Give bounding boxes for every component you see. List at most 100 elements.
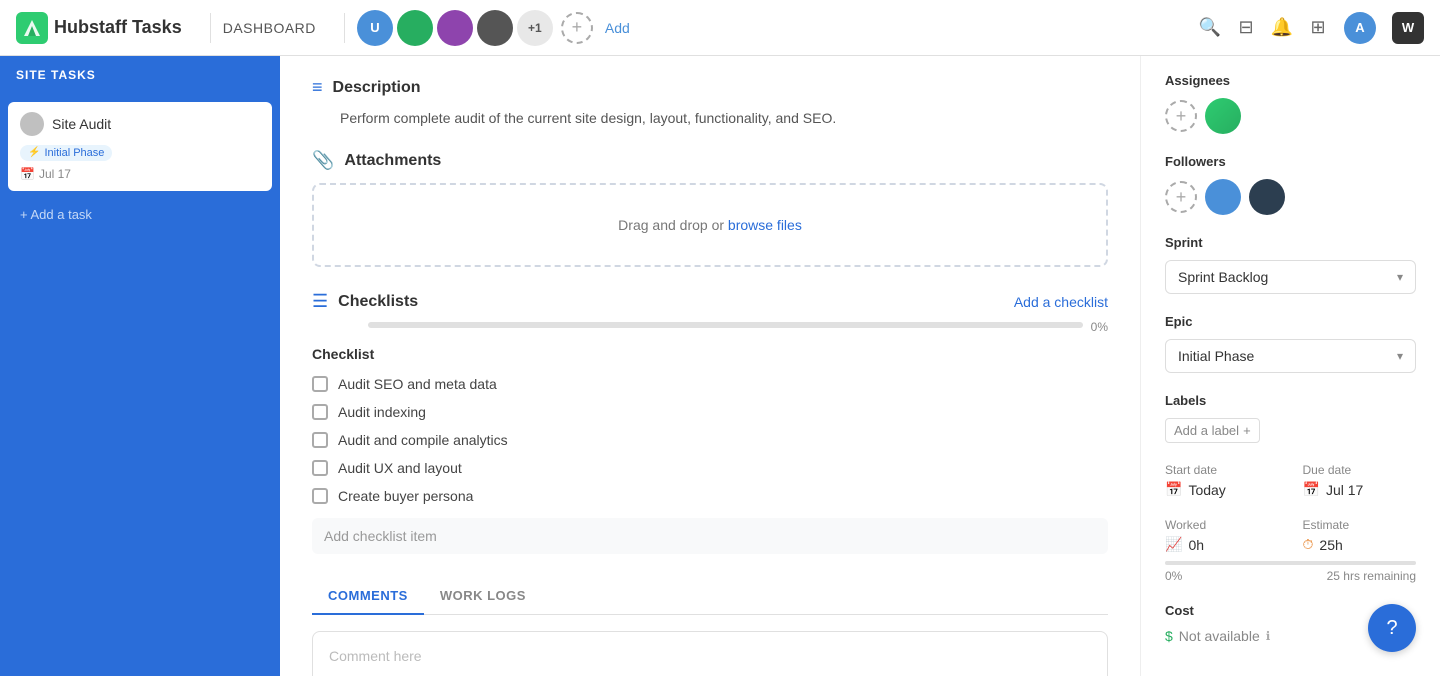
due-date-label: Due date [1303,463,1417,477]
assignee-row: + [1165,98,1416,134]
checklist-item-0: Audit SEO and meta data [312,370,1108,398]
epic-chevron-icon: ▾ [1397,349,1403,363]
add-label-text: Add a label [1174,423,1239,438]
avatar-4[interactable] [477,10,513,46]
dates-row: Start date 📅 Today Due date 📅 Jul 17 [1165,463,1416,498]
we-row: Worked 📈 0h Estimate ⏱ 25h [1165,518,1416,553]
nav-divider-2 [344,13,345,43]
epic-section: Epic Initial Phase ▾ [1165,314,1416,373]
modal-main: ≡ Description Perform complete audit of … [280,53,1140,676]
task-modal: W Website Refresh / Site TASKS ▾ ··· ≡ D… [280,0,1440,676]
sprint-dropdown[interactable]: Sprint Backlog ▾ [1165,260,1416,294]
workspace-button[interactable]: W [1392,12,1424,44]
epic-value: Initial Phase [1178,348,1254,364]
cost-value: Not available [1179,628,1260,644]
description-header: ≡ Description [312,77,1108,98]
follower-avatar-2 [1249,179,1285,215]
tab-comments[interactable]: COMMENTS [312,578,424,615]
checklists-icon: ☰ [312,291,328,312]
browse-files-link[interactable]: browse files [728,217,802,233]
estimate-icon: ⏱ [1303,536,1314,553]
avatar-2[interactable] [397,10,433,46]
checklist-checkbox-3[interactable] [312,460,328,476]
attachment-dropzone[interactable]: Drag and drop or browse files [312,183,1108,267]
epic-label: Epic [1165,314,1416,329]
labels-section: Labels Add a label + [1165,393,1416,443]
add-assignee-button[interactable]: + [1165,100,1197,132]
estimate-text: 25h [1319,537,1342,553]
cost-info-icon[interactable]: ℹ [1266,629,1271,643]
tab-work-logs[interactable]: WORK LOGS [424,578,542,615]
dates-section: Start date 📅 Today Due date 📅 Jul 17 [1165,463,1416,498]
start-date-text: Today [1188,482,1225,498]
attachments-icon: 📎 [312,150,334,171]
help-icon: ? [1386,617,1397,640]
description-text: Perform complete audit of the current si… [340,110,1108,126]
checklist-item-label-4: Create buyer persona [338,488,473,504]
followers-section: Followers + [1165,154,1416,215]
worked-estimate-section: Worked 📈 0h Estimate ⏱ 25h [1165,518,1416,583]
comment-input[interactable]: Comment here [312,631,1108,676]
worked-label: Worked [1165,518,1279,532]
columns-icon[interactable]: ⊟ [1236,18,1256,38]
add-follower-button[interactable]: + [1165,181,1197,213]
avatar-1[interactable]: U [357,10,393,46]
assignees-label: Assignees [1165,73,1416,88]
add-text[interactable]: Add [605,20,630,36]
hours-progress: 0% 25 hrs remaining [1165,561,1416,583]
add-member-button[interactable]: + [561,12,593,44]
due-date-group: Due date 📅 Jul 17 [1303,463,1417,498]
add-checklist-item-button[interactable]: Add checklist item [312,518,1108,554]
cost-icon: $ [1165,628,1173,644]
start-date-group: Start date 📅 Today [1165,463,1279,498]
checklist-title: Checklist [312,346,1108,362]
search-icon[interactable]: 🔍 [1200,18,1220,38]
avatar-3[interactable] [437,10,473,46]
assignee-avatar-1 [1205,98,1241,134]
description-title: Description [333,79,421,97]
start-date-value: 📅 Today [1165,481,1279,498]
checklist-checkbox-2[interactable] [312,432,328,448]
worked-icon: 📈 [1165,536,1182,553]
follower-avatar-1 [1205,179,1241,215]
logo-text: Hubstaff Tasks [54,17,182,38]
checklist-progress-bar-bg [368,322,1083,328]
checklist-checkbox-4[interactable] [312,488,328,504]
worked-value: 📈 0h [1165,536,1279,553]
estimate-label: Estimate [1303,518,1417,532]
checklist-checkbox-0[interactable] [312,376,328,392]
add-label-button[interactable]: Add a label + [1165,418,1260,443]
due-date-value: 📅 Jul 17 [1303,481,1417,498]
avatar-overflow[interactable]: +1 [517,10,553,46]
sprint-chevron-icon: ▾ [1397,270,1403,284]
hours-remaining: 25 hrs remaining [1327,569,1416,583]
start-date-label: Start date [1165,463,1279,477]
checklist-item-1: Audit indexing [312,398,1108,426]
hours-labels: 0% 25 hrs remaining [1165,569,1416,583]
start-date-icon: 📅 [1165,481,1182,498]
nav-right: 🔍 ⊟ 🔔 ⊞ A W [1200,12,1424,44]
checklist-checkbox-1[interactable] [312,404,328,420]
estimate-group: Estimate ⏱ 25h [1303,518,1417,553]
checklist-item-label-0: Audit SEO and meta data [338,376,497,392]
checklist-item-label-1: Audit indexing [338,404,426,420]
grid-icon[interactable]: ⊞ [1308,18,1328,38]
modal-body: ≡ Description Perform complete audit of … [280,53,1440,676]
sidebar-space [0,56,280,676]
epic-dropdown[interactable]: Initial Phase ▾ [1165,339,1416,373]
hours-progress-bg [1165,561,1416,565]
followers-label: Followers [1165,154,1416,169]
user-avatar[interactable]: A [1344,12,1376,44]
nav-avatars: U +1 + Add [357,10,630,46]
estimate-value: ⏱ 25h [1303,536,1417,553]
add-label-plus-icon: + [1243,423,1251,438]
comment-placeholder: Comment here [329,648,422,664]
bell-icon[interactable]: 🔔 [1272,18,1292,38]
followers-row: + [1165,179,1416,215]
checklist-section: Checklist Audit SEO and meta data Audit … [312,346,1108,554]
hubstaff-logo-icon [16,12,48,44]
help-button[interactable]: ? [1368,604,1416,652]
add-checklist-link[interactable]: Add a checklist [1014,294,1108,310]
checklists-title: Checklists [338,293,418,311]
checklist-item-label-3: Audit UX and layout [338,460,462,476]
